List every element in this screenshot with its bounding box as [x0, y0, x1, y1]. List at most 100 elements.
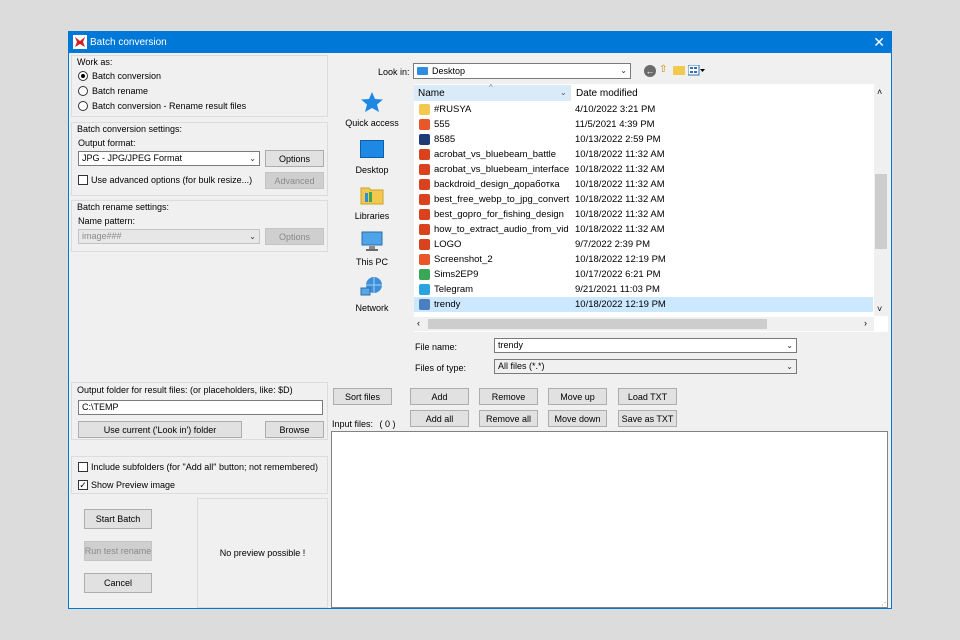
- file-name: #RUSYA: [434, 104, 472, 115]
- scroll-thumb[interactable]: [875, 174, 887, 249]
- browse-button[interactable]: Browse: [265, 421, 324, 438]
- place-this-pc[interactable]: This PC: [337, 230, 407, 272]
- file-date: 10/18/2022 11:32 AM: [575, 209, 665, 220]
- file-row[interactable]: best_free_webp_to_jpg_convert... 10/18/20…: [414, 192, 873, 207]
- star-icon: [360, 91, 384, 113]
- file-name: Sims2EP9: [434, 269, 479, 280]
- remove-button[interactable]: Remove: [479, 388, 538, 405]
- file-row[interactable]: #RUSYA 4/10/2022 3:21 PM: [414, 102, 873, 117]
- horizontal-scrollbar[interactable]: ‹ ›: [414, 317, 874, 331]
- cancel-button[interactable]: Cancel: [84, 573, 152, 593]
- file-row[interactable]: how_to_extract_audio_from_vid... 10/18/20…: [414, 222, 873, 237]
- back-icon[interactable]: ←: [644, 65, 656, 77]
- file-list[interactable]: Name ^ ⌄ Date modified #RUSYA 4/10/2022 3…: [414, 83, 888, 332]
- file-row[interactable]: acrobat_vs_bluebeam_interface 10/18/2022 …: [414, 162, 873, 177]
- file-row[interactable]: 555 11/5/2021 4:39 PM: [414, 117, 873, 132]
- input-files-list[interactable]: [331, 431, 888, 608]
- file-row[interactable]: Sims2EP9 10/17/2022 6:21 PM: [414, 267, 873, 282]
- work-as-group: Work as: Batch conversion Batch rename B…: [71, 55, 328, 117]
- run-test-rename-button[interactable]: Run test rename: [84, 541, 152, 561]
- include-subfolders-row[interactable]: Include subfolders (for "Add all" button…: [78, 461, 318, 473]
- view-menu-icon[interactable]: [687, 64, 706, 76]
- place-label: Desktop: [355, 165, 389, 175]
- add-button[interactable]: Add: [410, 388, 469, 405]
- file-row[interactable]: acrobat_vs_bluebeam_battle 10/18/2022 11:…: [414, 147, 873, 162]
- rename-options-button[interactable]: Options: [265, 228, 324, 245]
- file-date: 10/17/2022 6:21 PM: [575, 269, 661, 280]
- scroll-down-icon[interactable]: ˅: [877, 304, 882, 314]
- file-icon: [419, 239, 430, 250]
- app-icon: [73, 35, 87, 49]
- files-of-type-select[interactable]: All files (*.*) ⌄: [494, 359, 797, 374]
- radio-label: Batch conversion: [92, 71, 162, 81]
- file-row[interactable]: 8585 10/13/2022 2:59 PM: [414, 132, 873, 147]
- advanced-options-checkbox[interactable]: [78, 175, 88, 185]
- resize-grip-icon[interactable]: ⋰: [881, 598, 889, 607]
- move-up-button[interactable]: Move up: [548, 388, 607, 405]
- column-header-date[interactable]: Date modified: [572, 85, 872, 101]
- place-quick-access[interactable]: Quick access: [337, 91, 407, 133]
- file-row[interactable]: Screenshot_2 10/18/2022 12:19 PM: [414, 252, 873, 267]
- sort-up-icon: ^: [489, 83, 493, 92]
- place-label: Quick access: [345, 118, 399, 128]
- radio-dot[interactable]: [78, 71, 88, 81]
- save-as-txt-button[interactable]: Save as TXT: [618, 410, 677, 427]
- file-icon: [419, 134, 430, 145]
- folder-icon: [360, 184, 384, 206]
- file-date: 10/18/2022 12:19 PM: [575, 299, 666, 310]
- file-icon: [419, 149, 430, 160]
- radio-conversion-rename[interactable]: Batch conversion - Rename result files: [78, 100, 318, 112]
- file-row[interactable]: backdroid_design_доработка 10/18/2022 11:…: [414, 177, 873, 192]
- include-subfolders-checkbox[interactable]: [78, 462, 88, 472]
- file-row[interactable]: Telegram 9/21/2021 11:03 PM: [414, 282, 873, 297]
- title-bar[interactable]: Batch conversion ✕: [69, 32, 891, 53]
- close-icon[interactable]: ✕: [873, 33, 885, 51]
- column-header-name[interactable]: Name ^ ⌄: [414, 83, 571, 101]
- place-label: This PC: [355, 257, 388, 267]
- show-preview-row[interactable]: ✓ Show Preview image: [78, 479, 318, 491]
- scroll-thumb-horizontal[interactable]: [428, 319, 767, 329]
- vertical-scrollbar[interactable]: ˄ ˅: [874, 84, 888, 316]
- chevron-down-icon: ⌄: [786, 362, 793, 371]
- use-current-folder-button[interactable]: Use current ('Look in') folder: [78, 421, 242, 438]
- name-pattern-label: Name pattern:: [78, 216, 136, 226]
- look-in-select[interactable]: Desktop ⌄: [413, 63, 631, 79]
- radio-batch-conversion[interactable]: Batch conversion: [78, 70, 318, 82]
- file-row[interactable]: best_gopro_for_fishing_design 10/18/2022 …: [414, 207, 873, 222]
- file-row[interactable]: LOGO 9/7/2022 2:39 PM: [414, 237, 873, 252]
- file-name-label: File name:: [415, 342, 458, 352]
- advanced-button[interactable]: Advanced: [265, 172, 324, 189]
- load-txt-button[interactable]: Load TXT: [618, 388, 677, 405]
- file-icon: [419, 299, 430, 310]
- file-row[interactable]: trendy 10/18/2022 12:19 PM: [414, 297, 873, 312]
- show-preview-checkbox[interactable]: ✓: [78, 480, 88, 490]
- format-options-button[interactable]: Options: [265, 150, 324, 167]
- radio-dot[interactable]: [78, 101, 88, 111]
- output-folder-input[interactable]: C:\TEMP: [78, 400, 323, 415]
- start-batch-button[interactable]: Start Batch: [84, 509, 152, 529]
- output-folder-group: Output folder for result files: (or plac…: [71, 382, 328, 440]
- new-folder-icon[interactable]: [673, 66, 685, 75]
- scroll-left-icon[interactable]: ‹: [417, 318, 420, 328]
- add-all-button[interactable]: Add all: [410, 410, 469, 427]
- place-network[interactable]: Network: [337, 276, 407, 318]
- scroll-up-icon[interactable]: ˄: [877, 87, 882, 97]
- up-folder-icon[interactable]: ⇧: [659, 64, 671, 76]
- files-of-type-label: Files of type:: [415, 363, 467, 373]
- place-desktop[interactable]: Desktop: [337, 138, 407, 180]
- output-format-select[interactable]: JPG - JPG/JPEG Format ⌄: [78, 151, 260, 166]
- radio-dot[interactable]: [78, 86, 88, 96]
- include-subfolders-label: Include subfolders (for "Add all" button…: [91, 462, 319, 472]
- name-pattern-select[interactable]: image### ⌄: [78, 229, 260, 244]
- file-name-input[interactable]: trendy ⌄: [494, 338, 797, 353]
- sort-files-button[interactable]: Sort files: [333, 388, 392, 405]
- remove-all-button[interactable]: Remove all: [479, 410, 538, 427]
- scroll-right-icon[interactable]: ›: [864, 318, 867, 328]
- advanced-options-checkbox-row[interactable]: Use advanced options (for bulk resize...…: [78, 174, 258, 186]
- radio-batch-rename[interactable]: Batch rename: [78, 85, 318, 97]
- file-name: backdroid_design_доработка: [434, 179, 560, 190]
- file-name: 555: [434, 119, 450, 130]
- place-libraries[interactable]: Libraries: [337, 184, 407, 226]
- move-down-button[interactable]: Move down: [548, 410, 607, 427]
- file-icon: [419, 119, 430, 130]
